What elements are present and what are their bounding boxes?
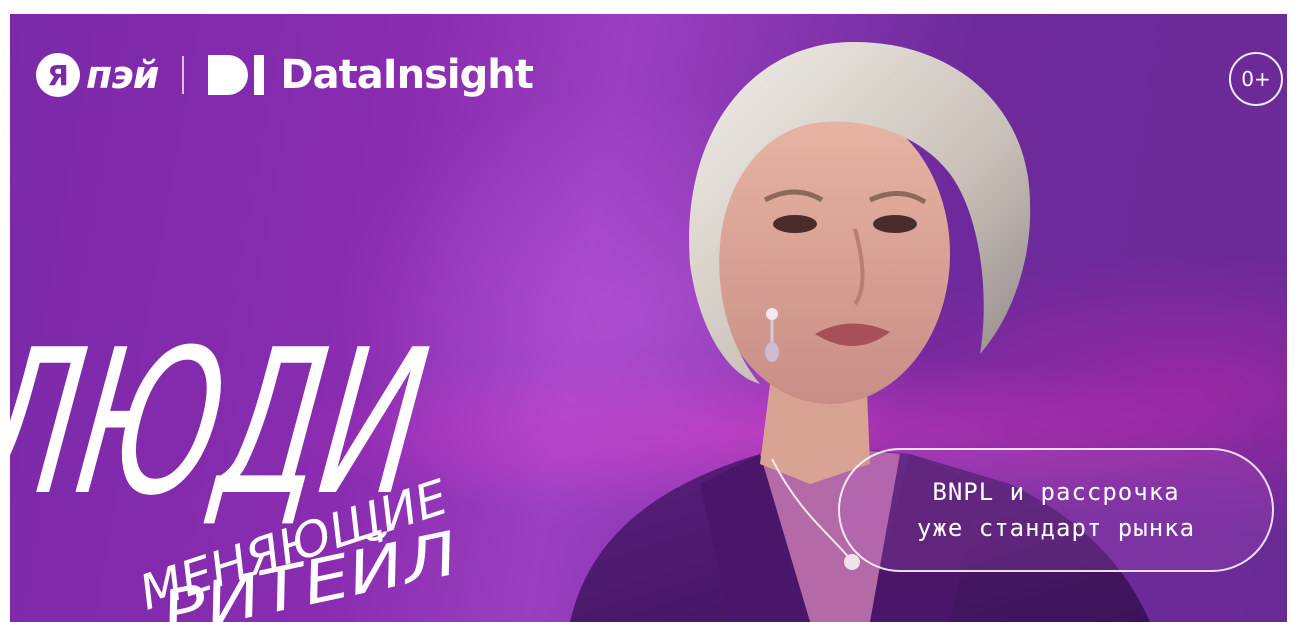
- quote-pill: BNPL и рассрочка уже стандарт рынка: [838, 448, 1274, 572]
- promo-banner[interactable]: Я пэй DataInsight 0+ ЛЮДИ МЕНЯЮЩИЕ РИТЕЙ…: [10, 14, 1287, 622]
- headline: ЛЮДИ МЕНЯЮЩИЕ РИТЕЙЛ: [10, 307, 464, 622]
- age-rating-label: 0+: [1241, 67, 1271, 91]
- quote-line-1: BNPL и рассрочка: [932, 478, 1180, 506]
- quote-line-2: уже стандарт рынка: [916, 514, 1196, 542]
- age-rating-badge: 0+: [1229, 52, 1283, 106]
